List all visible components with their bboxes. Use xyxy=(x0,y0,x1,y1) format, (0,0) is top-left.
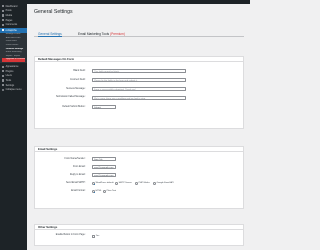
field-label: Reply to Email : xyxy=(69,174,86,176)
field-row: Success Message : Form is successfully s… xyxy=(35,87,243,92)
section-heading: Default Messages On Form xyxy=(35,57,243,62)
section-heading: Other Settings xyxy=(35,225,243,230)
user-icon xyxy=(2,74,5,78)
blank-field-input[interactable]: This field cannot be blank. xyxy=(92,69,186,74)
radio-button[interactable] xyxy=(92,181,95,185)
field-label: From Email : xyxy=(72,166,86,168)
sidebar-collapse[interactable]: Collapse menu xyxy=(0,87,27,92)
from-name-input[interactable]: Sam Tok xyxy=(92,157,116,162)
sidebar-submenu: Manage Forms Add New Form Form Items For… xyxy=(0,32,27,63)
smtp-option-php-mailer[interactable]: PHP Mailer xyxy=(135,181,150,185)
sidebar-item-label: Appearance xyxy=(5,65,19,69)
field-row: Default Submit Button : Submit xyxy=(35,105,243,110)
option-label: PHP Mailer xyxy=(138,182,150,185)
submenu-upgrade-premium[interactable]: Upgrade to Premium xyxy=(2,58,25,62)
field-row: Send Email SMTP : WordPress default SMTP… xyxy=(35,181,243,186)
sidebar-item-label: Dashboard xyxy=(5,4,18,8)
option-label: SMTP Server xyxy=(118,182,132,185)
radio-button[interactable] xyxy=(103,189,106,193)
media-icon xyxy=(2,14,5,17)
wrench-icon xyxy=(2,79,5,82)
sidebar-item-label: Comments xyxy=(5,23,18,27)
admin-sidebar: Dashboard Posts Media Pages Comments reC… xyxy=(0,4,27,250)
radio-button[interactable] xyxy=(92,189,95,193)
field-label: Success Message : xyxy=(66,88,86,90)
option-label: HTML xyxy=(95,190,102,193)
brush-icon xyxy=(2,65,5,68)
option-label: Plain Text xyxy=(106,190,117,193)
field-row: From Email : user@example.com xyxy=(35,165,243,170)
pin-icon xyxy=(2,9,5,12)
radio-button[interactable] xyxy=(135,181,138,185)
sidebar-item-label: reCaptcha xyxy=(5,28,17,32)
radio-button[interactable] xyxy=(153,181,156,185)
format-option-plain[interactable]: Plain Text xyxy=(103,189,116,193)
tab-general-settings[interactable]: General Settings xyxy=(38,31,62,37)
field-label: Enable Button In Form Page : xyxy=(55,233,86,236)
settings-tabs: General Settings Email Marketing Tools (… xyxy=(34,31,244,37)
shield-icon xyxy=(2,29,5,32)
checkbox-label: Yes xyxy=(95,235,100,238)
format-option-html[interactable]: HTML xyxy=(92,189,102,193)
sidebar-item-label: Plugins xyxy=(5,69,14,73)
sidebar-item-label: Pages xyxy=(5,18,13,22)
premium-badge: (Premium) xyxy=(110,32,125,36)
field-row: Enable Button In Form Page : Yes xyxy=(35,234,243,239)
sidebar-item-label: Collapse menu xyxy=(5,88,22,92)
field-row: Blank Field : This field cannot be blank… xyxy=(35,69,243,74)
field-label: Submission Failed Message : xyxy=(55,95,86,98)
main-content: General Settings General Settings Email … xyxy=(27,4,250,250)
section-heading: Email Settings xyxy=(35,147,243,152)
option-label: WordPress default xyxy=(95,182,114,185)
field-label: Blank Field : xyxy=(73,70,86,72)
field-row: Incorrect Field : Please fix the fields … xyxy=(35,78,243,83)
plugin-icon xyxy=(2,70,5,73)
smtp-option-server[interactable]: SMTP Server xyxy=(115,181,132,185)
submit-button-text-input[interactable]: Submit xyxy=(92,105,116,110)
dashboard-icon xyxy=(2,5,5,8)
field-row: Email Format : HTML Plain Text xyxy=(35,189,243,194)
tab-email-marketing-label: Email Marketing Tools xyxy=(78,32,110,36)
radio-button[interactable] xyxy=(115,181,118,185)
submission-failed-input[interactable]: We're sorry, there was a problem and we … xyxy=(92,96,186,101)
sidebar-item-label: Settings xyxy=(5,83,15,87)
email-settings-section: Email Settings From Name/Sender : Sam To… xyxy=(34,146,244,209)
reply-email-input[interactable]: user@example.com xyxy=(92,173,116,178)
tab-email-marketing[interactable]: Email Marketing Tools (Premium) xyxy=(78,31,125,37)
sidebar-item-label: Users xyxy=(5,74,12,78)
field-label: From Name/Sender : xyxy=(64,158,86,160)
enable-button-checkbox[interactable]: Yes xyxy=(92,234,99,238)
other-settings-section: Other Settings Enable Button In Form Pag… xyxy=(34,224,244,246)
comment-icon xyxy=(2,23,5,26)
settings-icon xyxy=(2,84,5,87)
default-messages-section: Default Messages On Form Blank Field : T… xyxy=(34,56,244,129)
from-email-input[interactable]: user@example.com xyxy=(92,165,116,170)
sidebar-item-label: Tools xyxy=(5,79,12,83)
sidebar-item-comments[interactable]: Comments xyxy=(0,22,27,27)
field-row: From Name/Sender : Sam Tok xyxy=(35,157,243,162)
page-title: General Settings xyxy=(34,9,73,15)
checkbox[interactable] xyxy=(92,234,95,238)
sidebar-item-label: Media xyxy=(5,13,13,17)
field-label: Default Submit Button : xyxy=(62,106,86,108)
field-row: Reply to Email : user@example.com xyxy=(35,173,243,178)
option-label: Google Email API xyxy=(156,182,174,185)
page-icon xyxy=(2,18,5,22)
collapse-icon xyxy=(2,88,5,91)
smtp-option-google-api[interactable]: Google Email API xyxy=(153,181,174,185)
sidebar-item-label: Posts xyxy=(5,9,12,13)
field-label: Email Format : xyxy=(71,190,86,192)
smtp-option-wordpress[interactable]: WordPress default xyxy=(92,181,114,185)
field-label: Send Email SMTP : xyxy=(66,182,86,184)
field-label: Incorrect Field : xyxy=(70,79,86,81)
success-message-input[interactable]: Form is successfully submitted. Thank yo… xyxy=(92,87,186,92)
field-row: Submission Failed Message : We're sorry,… xyxy=(35,96,243,101)
incorrect-field-input[interactable]: Please fix the fields in the form and su… xyxy=(92,78,186,83)
